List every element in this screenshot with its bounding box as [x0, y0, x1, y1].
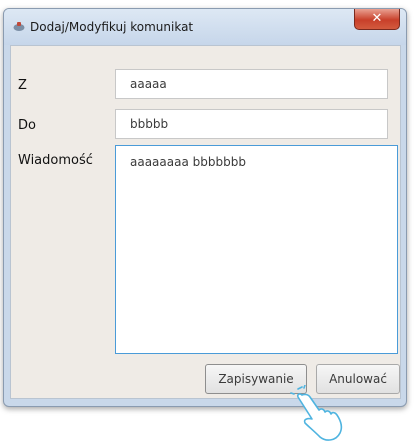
from-label: Z: [18, 78, 27, 93]
message-textarea[interactable]: aaaaaaaa bbbbbbb: [115, 145, 398, 354]
dialog-window: Dodaj/Modyfikuj komunikat ✕ Z Do Wiadomo…: [3, 8, 407, 407]
close-icon: ✕: [371, 11, 383, 26]
hand-pointer-icon: [290, 385, 343, 441]
from-input[interactable]: [115, 69, 388, 99]
to-input[interactable]: [115, 109, 388, 139]
close-button[interactable]: ✕: [354, 9, 400, 30]
to-label: Do: [18, 118, 36, 133]
app-icon: [13, 22, 25, 31]
message-label: Wiadomość: [18, 153, 93, 168]
window-title: Dodaj/Modyfikuj komunikat: [30, 20, 194, 34]
form-panel: Z Do Wiadomość aaaaaaaa bbbbbbb Zapisywa…: [10, 45, 401, 399]
title-bar[interactable]: Dodaj/Modyfikuj komunikat ✕: [4, 9, 406, 45]
